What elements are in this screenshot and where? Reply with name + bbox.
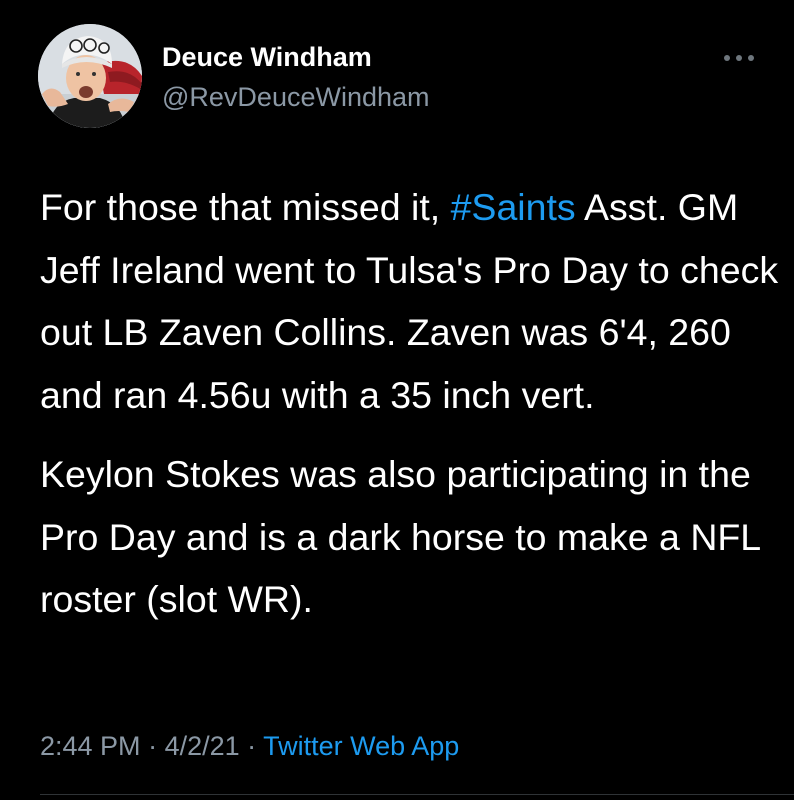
divider: [40, 794, 794, 795]
meta-separator: ·: [140, 731, 165, 761]
tweet-text: For those that missed it, #Saints Asst. …: [40, 176, 780, 631]
tweet-date[interactable]: 4/2/21: [165, 731, 240, 761]
tweet-time[interactable]: 2:44 PM: [40, 731, 141, 761]
author-handle[interactable]: @RevDeuceWindham: [162, 82, 430, 113]
tweet-paragraph-1: For those that missed it, #Saints Asst. …: [40, 176, 780, 426]
meta-separator: ·: [239, 731, 264, 761]
tweet-meta: 2:44 PM · 4/2/21 · Twitter Web App: [40, 731, 459, 762]
tweet-text-segment: For those that missed it,: [40, 186, 451, 228]
tweet-paragraph-2: Keylon Stokes was also participating in …: [40, 453, 760, 620]
author-name[interactable]: Deuce Windham: [162, 42, 372, 73]
hashtag-link[interactable]: #Saints: [451, 186, 576, 228]
avatar[interactable]: [38, 24, 142, 128]
more-options-button[interactable]: [724, 50, 754, 66]
more-dot-icon: [748, 55, 754, 61]
profile-photo-icon: [38, 24, 142, 128]
tweet-source-link[interactable]: Twitter Web App: [263, 731, 459, 761]
more-dot-icon: [736, 55, 742, 61]
more-dot-icon: [724, 55, 730, 61]
